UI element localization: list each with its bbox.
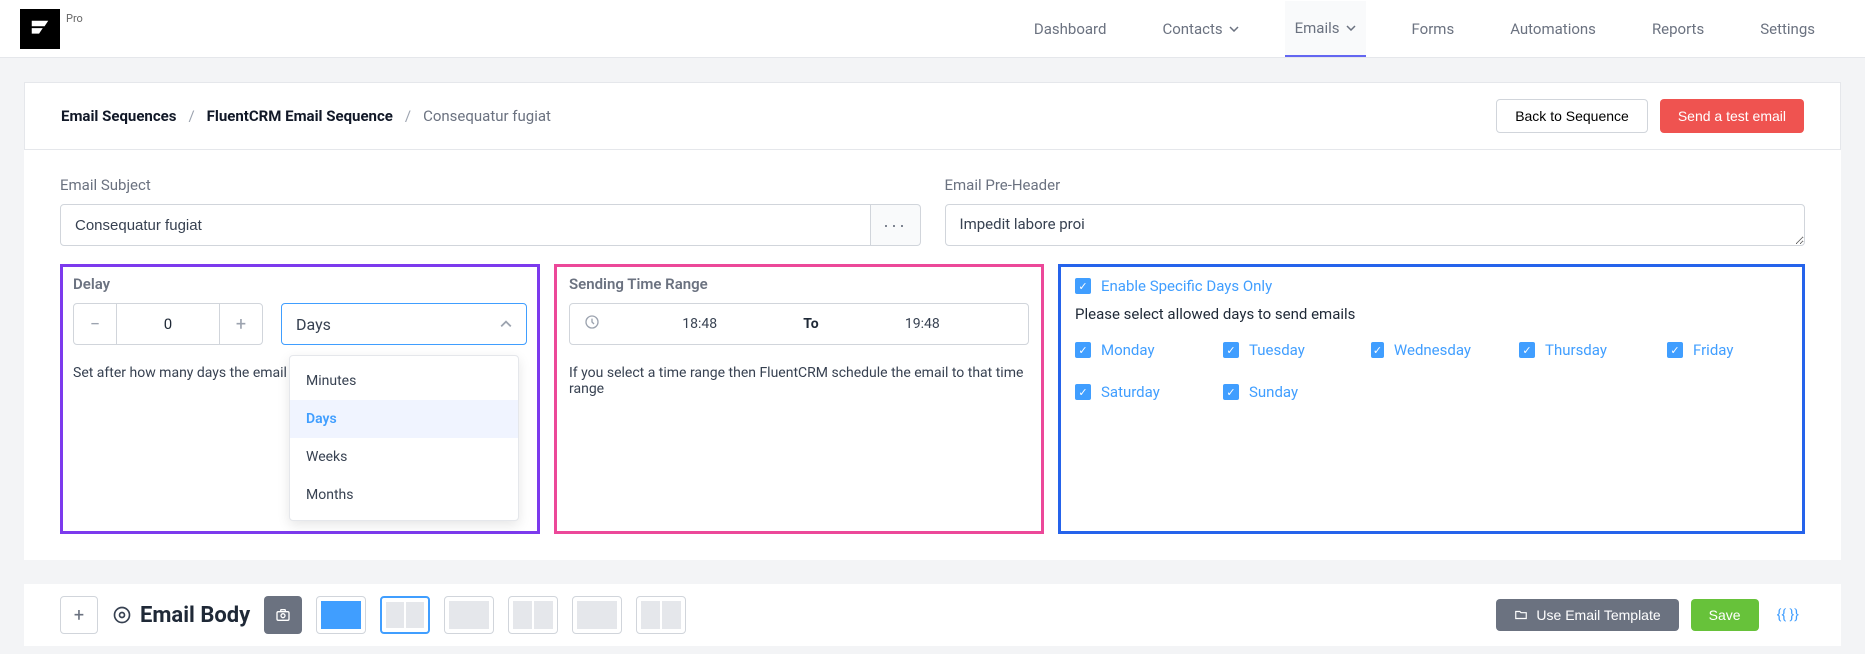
top-header: Pro Dashboard Contacts Emails Forms Auto… bbox=[0, 0, 1865, 58]
save-button[interactable]: Save bbox=[1691, 599, 1759, 631]
breadcrumb-sep: / bbox=[188, 107, 194, 125]
dropdown-option-minutes[interactable]: Minutes bbox=[290, 362, 518, 400]
send-test-email-button[interactable]: Send a test email bbox=[1660, 99, 1804, 133]
check-icon: ✓ bbox=[1667, 342, 1683, 358]
use-template-button[interactable]: Use Email Template bbox=[1496, 599, 1678, 631]
delay-value[interactable]: 0 bbox=[116, 304, 220, 344]
check-icon: ✓ bbox=[1519, 342, 1535, 358]
sub-header: Email Sequences / FluentCRM Email Sequen… bbox=[24, 82, 1841, 150]
delay-panel: Delay − 0 + Days Set after how many days… bbox=[60, 264, 540, 534]
check-icon: ✓ bbox=[1371, 342, 1384, 358]
days-panel: ✓ Enable Specific Days Only Please selec… bbox=[1058, 264, 1805, 534]
nav-forms[interactable]: Forms bbox=[1402, 2, 1465, 56]
day-friday[interactable]: ✓Friday bbox=[1667, 341, 1767, 359]
delay-title: Delay bbox=[73, 275, 527, 293]
folder-icon bbox=[1514, 608, 1528, 622]
settings-row: Delay − 0 + Days Set after how many days… bbox=[60, 264, 1805, 534]
check-icon: ✓ bbox=[1075, 278, 1091, 294]
dropdown-option-days[interactable]: Days bbox=[290, 400, 518, 438]
template-thumb-2[interactable] bbox=[380, 596, 430, 634]
day-sunday[interactable]: ✓Sunday bbox=[1223, 383, 1323, 401]
subject-more-button[interactable]: ··· bbox=[871, 204, 921, 246]
preheader-input[interactable] bbox=[945, 204, 1806, 246]
delay-unit-select[interactable]: Days bbox=[281, 303, 527, 345]
breadcrumb-current: Consequatur fugiat bbox=[423, 107, 551, 125]
camera-button[interactable] bbox=[264, 596, 302, 634]
delay-decrement-button[interactable]: − bbox=[74, 304, 116, 344]
time-end[interactable]: 19:48 bbox=[831, 316, 1014, 332]
day-thursday[interactable]: ✓Thursday bbox=[1519, 341, 1619, 359]
subject-input[interactable] bbox=[60, 204, 871, 246]
back-to-sequence-button[interactable]: Back to Sequence bbox=[1496, 99, 1648, 133]
breadcrumb-sep: / bbox=[405, 107, 411, 125]
nav-dashboard[interactable]: Dashboard bbox=[1024, 2, 1117, 56]
check-icon: ✓ bbox=[1223, 384, 1239, 400]
time-range-panel: Sending Time Range 18:48 To 19:48 If you… bbox=[554, 264, 1044, 534]
days-grid: ✓Monday ✓Tuesday ✓Wednesday ✓Thursday ✓F… bbox=[1075, 341, 1788, 401]
clock-icon bbox=[584, 314, 600, 334]
shortcode-button[interactable]: {{ }} bbox=[1771, 601, 1805, 629]
logo-icon[interactable] bbox=[20, 9, 60, 49]
enable-days-checkbox[interactable]: ✓ Enable Specific Days Only bbox=[1075, 277, 1788, 295]
content-panel: Email Subject ··· Email Pre-Header Delay… bbox=[24, 150, 1841, 560]
delay-unit-value: Days bbox=[296, 315, 331, 334]
check-icon: ✓ bbox=[1223, 342, 1239, 358]
preheader-label: Email Pre-Header bbox=[945, 176, 1806, 194]
subject-label: Email Subject bbox=[60, 176, 921, 194]
chevron-down-icon bbox=[1229, 26, 1239, 32]
form-row-top: Email Subject ··· Email Pre-Header bbox=[60, 176, 1805, 250]
bottom-actions: Use Email Template Save {{ }} bbox=[1496, 599, 1805, 631]
time-range-title: Sending Time Range bbox=[569, 275, 1029, 293]
template-thumb-5[interactable] bbox=[572, 596, 622, 634]
nav-contacts[interactable]: Contacts bbox=[1152, 2, 1248, 56]
delay-controls: − 0 + Days bbox=[73, 303, 527, 345]
delay-increment-button[interactable]: + bbox=[220, 304, 262, 344]
time-sep: To bbox=[791, 316, 830, 332]
days-description: Please select allowed days to send email… bbox=[1075, 305, 1788, 323]
day-wednesday[interactable]: ✓Wednesday bbox=[1371, 341, 1471, 359]
eye-icon bbox=[112, 605, 132, 625]
day-saturday[interactable]: ✓Saturday bbox=[1075, 383, 1175, 401]
chevron-up-icon bbox=[500, 320, 512, 328]
breadcrumb: Email Sequences / FluentCRM Email Sequen… bbox=[61, 107, 551, 125]
check-icon: ✓ bbox=[1075, 384, 1091, 400]
breadcrumb-root[interactable]: Email Sequences bbox=[61, 107, 176, 125]
preheader-group: Email Pre-Header bbox=[945, 176, 1806, 250]
nav-reports[interactable]: Reports bbox=[1642, 2, 1714, 56]
email-body-title: Email Body bbox=[112, 603, 250, 628]
nav-automations[interactable]: Automations bbox=[1500, 2, 1606, 56]
check-icon: ✓ bbox=[1075, 342, 1091, 358]
subject-group: Email Subject ··· bbox=[60, 176, 921, 250]
template-thumb-3[interactable] bbox=[444, 596, 494, 634]
time-start[interactable]: 18:48 bbox=[608, 316, 791, 332]
pro-badge: Pro bbox=[66, 12, 83, 25]
add-button[interactable]: + bbox=[60, 596, 98, 634]
dropdown-option-months[interactable]: Months bbox=[290, 476, 518, 514]
day-tuesday[interactable]: ✓Tuesday bbox=[1223, 341, 1323, 359]
breadcrumb-parent[interactable]: FluentCRM Email Sequence bbox=[207, 107, 393, 125]
time-range-input[interactable]: 18:48 To 19:48 bbox=[569, 303, 1029, 345]
logo-area: Pro bbox=[20, 9, 83, 49]
template-thumb-6[interactable] bbox=[636, 596, 686, 634]
chevron-down-icon bbox=[1346, 25, 1356, 31]
enable-days-label: Enable Specific Days Only bbox=[1101, 277, 1272, 295]
nav-emails[interactable]: Emails bbox=[1285, 1, 1366, 57]
nav-settings[interactable]: Settings bbox=[1750, 2, 1825, 56]
time-range-help: If you select a time range then FluentCR… bbox=[569, 365, 1029, 397]
template-thumb-4[interactable] bbox=[508, 596, 558, 634]
dropdown-option-weeks[interactable]: Weeks bbox=[290, 438, 518, 476]
bottom-bar: + Email Body Use Email Template Save {{ … bbox=[24, 584, 1841, 646]
delay-stepper: − 0 + bbox=[73, 303, 263, 345]
main-nav: Dashboard Contacts Emails Forms Automati… bbox=[1024, 1, 1845, 57]
sub-actions: Back to Sequence Send a test email bbox=[1496, 99, 1804, 133]
day-monday[interactable]: ✓Monday bbox=[1075, 341, 1175, 359]
template-thumb-1[interactable] bbox=[316, 596, 366, 634]
delay-unit-dropdown: Minutes Days Weeks Months bbox=[289, 355, 519, 521]
